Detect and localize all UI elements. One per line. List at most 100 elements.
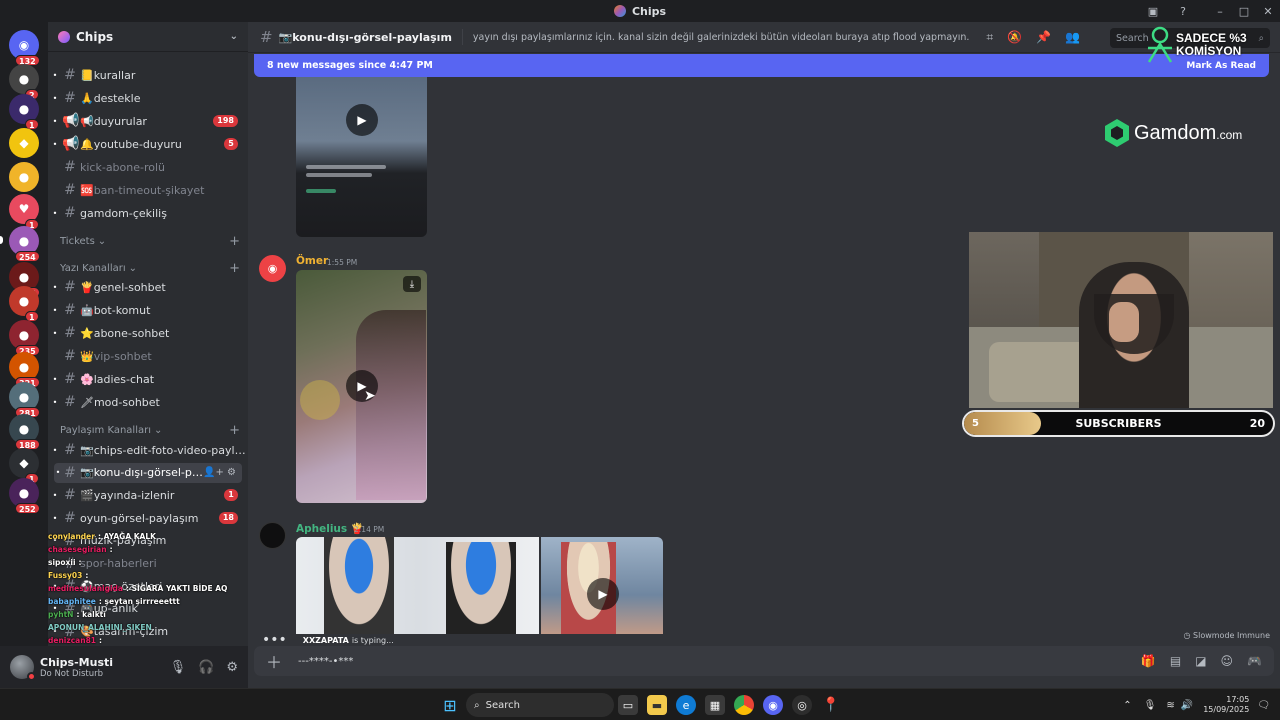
chevron-down-icon: ⌄ (128, 262, 138, 274)
server-icon-server-14[interactable]: ◆1 (9, 448, 39, 484)
message-composer[interactable]: ＋ ---****-•*** 🎁 ▤ ◪ ☺ 🎮 (254, 646, 1274, 676)
server-glyph-icon: ● (18, 328, 30, 342)
sidebar-item-channel[interactable]: • # 🍟genel-sohbet (48, 277, 248, 297)
start-icon[interactable]: ⊞ (440, 695, 460, 715)
sidebar-item-channel[interactable]: • # ⭐abone-sohbet (48, 323, 248, 343)
add-attachment-icon[interactable]: ＋ (266, 649, 282, 673)
taskbar-search[interactable]: ⌕ Search (466, 693, 614, 717)
obs-icon[interactable]: ◎ (792, 695, 812, 715)
play-icon[interactable]: ▶ (587, 578, 619, 610)
file-explorer-icon[interactable]: ▬ (647, 695, 667, 715)
inbox-icon[interactable]: ▣ (1145, 3, 1161, 19)
members-icon[interactable]: 👥 (1065, 30, 1080, 45)
add-channel-icon[interactable]: + (229, 261, 240, 276)
maximize-button[interactable]: □ (1232, 0, 1256, 22)
server-icon-server-12[interactable]: ●281 (9, 382, 40, 418)
clock[interactable]: 17:05 15/09/2025 (1203, 695, 1249, 715)
sidebar-item-channel[interactable]: • # 🎬yayında-izlenir 1 (48, 485, 248, 505)
threads-icon[interactable]: ⌗ (986, 30, 993, 45)
minimize-button[interactable]: – (1208, 0, 1232, 22)
gear-icon[interactable]: ⚙ (226, 660, 238, 675)
avatar[interactable] (259, 522, 286, 549)
server-glyph-icon: ◆ (19, 136, 29, 150)
channel-category[interactable]: Yazı Kanalları ⌄ + (60, 260, 240, 276)
sidebar-item-channel[interactable]: • # gamdom-çekiliş (48, 203, 248, 223)
close-button[interactable]: ✕ (1256, 0, 1280, 22)
message-input[interactable]: ---****-•*** (298, 656, 353, 667)
message-author[interactable]: Ömer (296, 255, 328, 267)
server-icon-server-15[interactable]: ● 252 (9, 478, 40, 514)
sidebar-item-channel[interactable]: • # 📷chips-edit-foto-video-payla... (48, 440, 248, 460)
channel-settings-icon[interactable]: 👤+ ⚙ (203, 467, 236, 478)
channel-name: 🆘ban-timeout-şikayet (80, 183, 205, 197)
sidebar-item-channel[interactable]: • # 📒kurallar (48, 65, 248, 85)
image-attachment[interactable] (296, 537, 539, 634)
avatar[interactable] (10, 655, 36, 681)
video-attachment[interactable]: ▶ (541, 537, 663, 634)
sidebar-item-channel[interactable]: # 🆘ban-timeout-şikayet (48, 180, 248, 200)
server-icon-discord-home[interactable]: ◉ 132 (9, 30, 40, 66)
channel-topic[interactable]: yayın dışı paylaşımlarınız için. kanal s… (473, 32, 970, 43)
chrome-icon[interactable] (734, 695, 754, 715)
sidebar-item-channel[interactable]: # kick-abone-rolü (48, 157, 248, 177)
channel-category[interactable]: Tickets ⌄ + (60, 233, 240, 249)
sidebar-item-channel[interactable]: •# 📷konu-dışı-görsel-payla...👤+ ⚙ (54, 462, 242, 483)
sidebar-item-channel[interactable]: • # 🤖bot-komut (48, 300, 248, 320)
chevron-down-icon[interactable]: ⌄ (230, 31, 238, 42)
headphones-icon[interactable]: 🎧 (198, 660, 214, 675)
stream-chat-line: Fussy03: (48, 569, 248, 582)
sidebar-item-channel[interactable]: • # 🗡mod-sohbet (48, 392, 248, 412)
help-icon[interactable]: ? (1175, 3, 1191, 19)
server-icon-chips-server[interactable]: ● 254 (9, 226, 40, 262)
emoji-icon[interactable]: ☺ (1221, 654, 1234, 668)
gif-icon[interactable]: ▤ (1170, 654, 1181, 668)
task-view-icon[interactable]: ▭ (618, 695, 638, 715)
stream-chat-user: conylander (48, 532, 95, 541)
sidebar-item-channel[interactable]: • # 🙏destekle (48, 88, 248, 108)
activity-icon[interactable]: 🎮 (1247, 654, 1262, 668)
server-icon-server-10[interactable]: ●235 (9, 320, 40, 356)
stream-chat-user: APONUN_ALAHINI_SIKEN (48, 623, 152, 632)
add-channel-icon[interactable]: + (229, 423, 240, 438)
chevron-up-icon[interactable]: ⌃ (1123, 700, 1131, 711)
channel-title: 📷konu-dışı-görsel-paylaşım (278, 30, 452, 44)
mute-icon[interactable]: 🔕 (1007, 30, 1022, 45)
volume-icon[interactable]: 🔊 (1181, 700, 1193, 711)
notifications-icon[interactable]: 🗨 (1257, 700, 1270, 711)
server-icon-server-3[interactable]: ● 1 (9, 94, 39, 130)
gift-icon[interactable]: 🎁 (1141, 654, 1156, 668)
server-icon-server-11[interactable]: ●321 (9, 352, 40, 388)
discord-icon[interactable]: ◉ (763, 695, 783, 715)
server-icon-server-5[interactable]: ● (9, 162, 39, 192)
guild-header[interactable]: Chips ⌄ (48, 22, 248, 52)
hash-icon: # (64, 67, 76, 83)
sticker-icon[interactable]: ◪ (1195, 654, 1206, 668)
sidebar-item-channel[interactable]: • 📢 📢duyurular 198 (48, 111, 248, 131)
server-icon-server-6[interactable]: ♥ 1 (9, 194, 39, 230)
download-icon[interactable]: ⤓ (403, 276, 421, 292)
avatar[interactable]: ◉ (259, 255, 286, 282)
pin-icon[interactable]: 📌 (1036, 30, 1051, 45)
microphone-icon[interactable]: 🎙 (1144, 700, 1157, 711)
new-messages-bar[interactable]: 8 new messages since 4:47 PM Mark As Rea… (254, 54, 1269, 77)
map-pin-icon[interactable]: 📍 (821, 695, 841, 715)
server-icon-server-2[interactable]: ●2 (9, 64, 39, 100)
wifi-icon[interactable]: ≋ (1166, 700, 1174, 711)
server-icon-server-9[interactable]: ● 1 (9, 286, 39, 322)
add-channel-icon[interactable]: + (229, 234, 240, 249)
sidebar-item-channel[interactable]: • # oyun-görsel-paylaşım 18 (48, 508, 248, 528)
server-icon-server-4[interactable]: ◆ (9, 128, 39, 158)
sidebar-item-channel[interactable]: # 👑vip-sohbet (48, 346, 248, 366)
server-icon-server-13[interactable]: ● 188 (9, 414, 40, 450)
mouse-cursor-icon: ➤ (364, 388, 376, 404)
microphone-icon[interactable]: 🎙 (170, 660, 187, 675)
store-icon[interactable]: ▦ (705, 695, 725, 715)
play-icon[interactable]: ▶ (346, 104, 378, 136)
sidebar-item-channel[interactable]: • # 🌸ladies-chat (48, 369, 248, 389)
sidebar-item-partial[interactable] (48, 53, 248, 61)
sidebar-item-channel[interactable]: • 📢 🔔youtube-duyuru 5 (48, 134, 248, 154)
channel-category[interactable]: Paylaşım Kanalları ⌄ + (60, 422, 240, 438)
edge-icon[interactable]: e (676, 695, 696, 715)
video-attachment[interactable]: ▶ (296, 77, 427, 237)
video-attachment[interactable]: ⤓ ▶ ➤ (296, 270, 427, 503)
